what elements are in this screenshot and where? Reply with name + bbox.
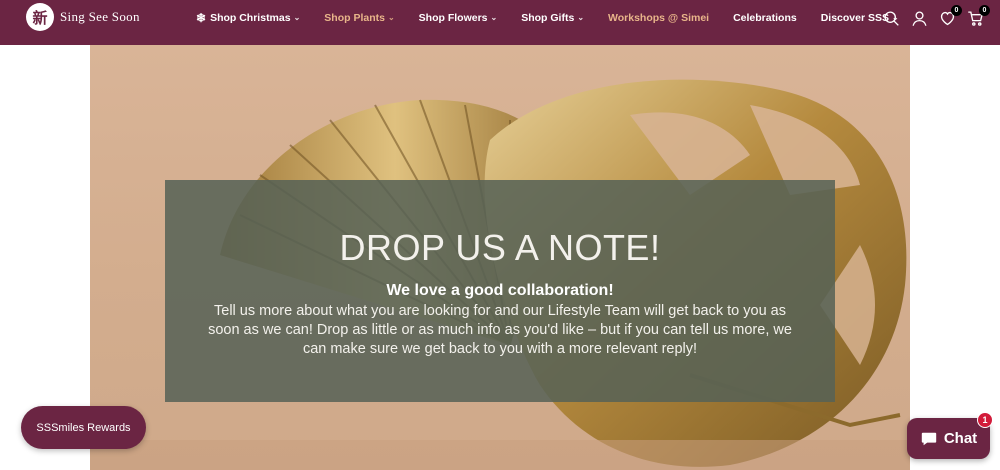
nav-shop-gifts[interactable]: Shop Gifts ⌄ — [521, 12, 584, 24]
nav-label: Shop Gifts — [521, 11, 575, 24]
main-nav: ❄ Shop Christmas ⌄ Shop Plants ⌄ Shop Fl… — [196, 0, 923, 35]
page-title: DROP US A NOTE! — [339, 227, 661, 268]
nav-label: Workshops @ Simei — [608, 11, 710, 24]
site-header: 新 Sing See Soon ❄ Shop Christmas ⌄ Shop … — [0, 0, 1000, 45]
nav-workshops[interactable]: Workshops @ Simei — [608, 12, 709, 24]
contact-note-panel: DROP US A NOTE! We love a good collabora… — [165, 180, 835, 402]
snowflake-icon: ❄ — [196, 10, 207, 25]
nav-shop-plants[interactable]: Shop Plants ⌄ — [324, 12, 394, 24]
nav-celebrations[interactable]: Celebrations — [733, 12, 797, 24]
search-button[interactable] — [880, 7, 902, 29]
rewards-label: SSSmiles Rewards — [36, 421, 131, 434]
user-icon — [911, 10, 927, 26]
cart-count-badge: 0 — [979, 5, 990, 16]
logo-mark: 新 — [26, 3, 54, 31]
search-icon — [883, 10, 899, 26]
chat-unread-badge: 1 — [977, 412, 993, 428]
rewards-launcher-button[interactable]: SSSmiles Rewards — [21, 406, 146, 449]
chat-bubble-icon — [921, 432, 937, 445]
nav-shop-flowers[interactable]: Shop Flowers ⌄ — [419, 12, 498, 24]
account-button[interactable] — [908, 7, 930, 29]
wishlist-button[interactable]: 0 — [936, 5, 962, 29]
chat-launcher-button[interactable]: Chat 1 — [907, 412, 993, 459]
note-subtitle: We love a good collaboration! — [386, 282, 614, 299]
cart-button[interactable]: 0 — [964, 5, 990, 29]
chevron-down-icon: ⌄ — [490, 13, 498, 22]
chevron-down-icon: ⌄ — [293, 13, 301, 22]
header-icons: 0 0 — [874, 5, 990, 29]
nav-label: Celebrations — [733, 11, 797, 24]
nav-label: Shop Christmas — [210, 11, 291, 24]
logo-text: Sing See Soon — [60, 9, 140, 24]
logo[interactable]: 新 Sing See Soon — [26, 3, 140, 31]
hero-banner: DROP US A NOTE! We love a good collabora… — [90, 45, 910, 470]
nav-shop-christmas[interactable]: ❄ Shop Christmas ⌄ — [196, 11, 300, 25]
chat-label: Chat — [943, 430, 978, 447]
nav-label: Shop Plants — [324, 11, 385, 24]
note-description: Tell us more about what you are looking … — [208, 303, 792, 357]
nav-label: Shop Flowers — [418, 11, 488, 24]
wishlist-count-badge: 0 — [951, 5, 962, 16]
chevron-down-icon: ⌄ — [577, 13, 585, 22]
chevron-down-icon: ⌄ — [387, 13, 395, 22]
